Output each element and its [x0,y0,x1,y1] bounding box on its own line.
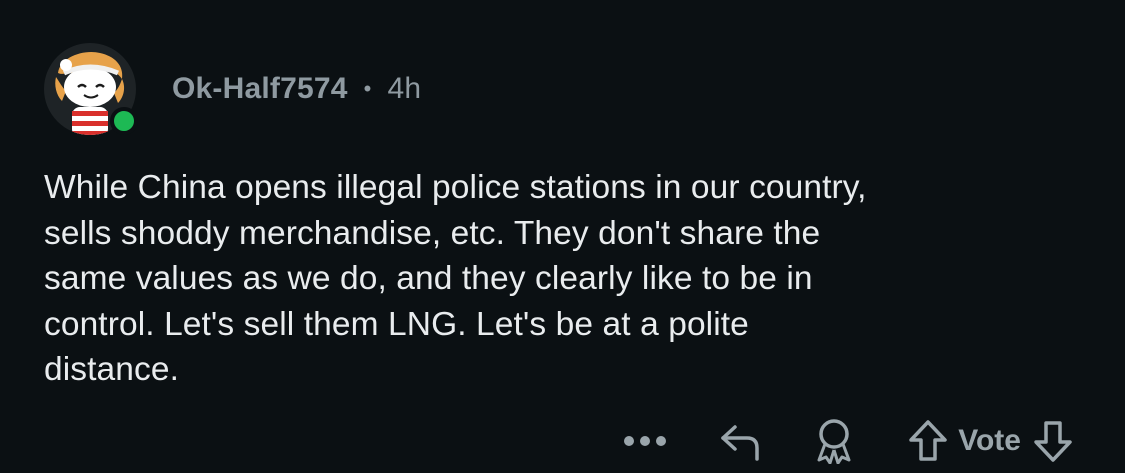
meta-separator: • [363,76,372,101]
comment-text-line: control. Let's sell them LNG. Let's be a… [44,305,749,343]
comment-timestamp[interactable]: 4h [388,72,422,106]
arrow-down-icon [1034,421,1072,462]
more-options-button[interactable] [620,435,670,447]
comment-meta: Ok-Half7574 • 4h [172,72,421,106]
more-horizontal-icon [624,436,667,446]
downvote-button[interactable] [1029,419,1077,463]
comment-body: While China opens illegal police station… [44,165,1094,393]
online-status-indicator [110,107,138,135]
comment-text-line: sells shoddy merchandise, etc. They don'… [44,214,821,252]
vote-count-label: Vote [958,424,1021,457]
reply-button[interactable] [716,421,764,461]
comment-header: Ok-Half7574 • 4h [44,42,421,136]
award-ribbon-icon [817,419,851,464]
comment-action-bar: Vote [620,416,1077,466]
upvote-button[interactable] [904,419,952,463]
reply-arrow-icon [721,425,759,461]
username-link[interactable]: Ok-Half7574 [172,72,348,106]
award-button[interactable] [810,418,858,464]
comment-text-line: While China opens illegal police station… [44,169,867,206]
arrow-up-icon [909,420,947,461]
comment-text-line: same values as we do, and they clearly l… [44,260,813,297]
avatar-container[interactable] [44,43,138,135]
comment-text-line: distance. [44,351,179,388]
